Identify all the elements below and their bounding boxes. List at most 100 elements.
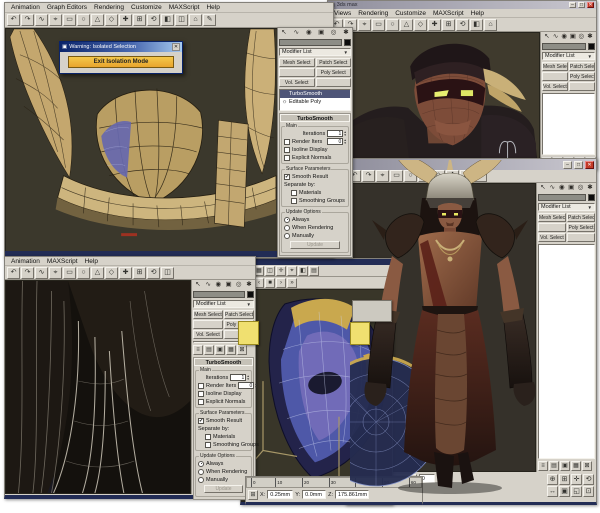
yellow-note-left[interactable]: [238, 321, 259, 345]
playback-icon[interactable]: ›: [276, 278, 286, 288]
yellow-note-right[interactable]: [350, 322, 370, 345]
w3-toolbar-icon[interactable]: ⌖: [49, 267, 62, 279]
w2-toolbar-icon[interactable]: ◇: [414, 19, 427, 31]
w1-toolbar-icon[interactable]: ⌂: [189, 14, 202, 26]
w1-toolbar-icon[interactable]: ✎: [203, 14, 216, 26]
w2-toolbar-icon[interactable]: ⟲: [456, 19, 469, 31]
w3-toolbar-icon[interactable]: ○: [77, 267, 90, 279]
smoothing-groups-checkbox[interactable]: [291, 198, 297, 204]
panel-tab-icon[interactable]: ↖: [280, 29, 288, 37]
w2-menu-item[interactable]: Rendering: [355, 10, 391, 17]
panel-tab-icon[interactable]: ▣: [317, 29, 325, 37]
panel-tab-icon[interactable]: ∿: [204, 281, 212, 289]
w2-close-button[interactable]: ✕: [587, 2, 594, 8]
w3-toolbar-icon[interactable]: ▭: [63, 267, 76, 279]
modifier-stack-item[interactable]: TurboSmooth: [280, 90, 350, 98]
panel-tab-icon[interactable]: ◉: [558, 184, 566, 192]
dialog-titlebar[interactable]: ▣ Warning: Isolated Selection ✕: [60, 42, 182, 52]
always-radio[interactable]: [198, 461, 204, 467]
w3-toolbar-icon[interactable]: △: [91, 267, 104, 279]
w3-menu-item[interactable]: MAXScript: [44, 258, 81, 265]
w1-toolbar-icon[interactable]: ✚: [119, 14, 132, 26]
panel-tab-icon[interactable]: ↖: [194, 281, 202, 289]
render-iters-spinner[interactable]: 0▴▾: [238, 382, 257, 389]
panel-tab-icon[interactable]: ∿: [548, 184, 556, 192]
w3-toolbar-icon[interactable]: ↶: [7, 267, 20, 279]
patch-select-button[interactable]: Patch Select: [224, 310, 254, 319]
object-name-field[interactable]: [193, 291, 245, 298]
stack-tool-icon[interactable]: ▣: [560, 461, 570, 471]
stack-tool-icon[interactable]: ▦: [571, 461, 581, 471]
w3-toolbar-icon[interactable]: ∿: [35, 267, 48, 279]
panel-tab-icon[interactable]: ▣: [569, 33, 577, 41]
panel-tab-icon[interactable]: ↖: [539, 184, 547, 192]
panel-tab-icon[interactable]: ∿: [292, 29, 300, 37]
object-color-swatch[interactable]: [588, 194, 595, 201]
mesh-select-button[interactable]: Mesh Select: [538, 213, 566, 222]
object-color-swatch[interactable]: [588, 43, 595, 50]
stack-tool-icon[interactable]: ▣: [215, 345, 225, 355]
w2-menu-item[interactable]: Views: [331, 10, 354, 17]
stack-tool-icon[interactable]: ⊠: [237, 345, 247, 355]
w2-toolbar-icon[interactable]: ○: [386, 19, 399, 31]
w2-toolbar-icon[interactable]: ⊞: [442, 19, 455, 31]
w4-toolbar-icon[interactable]: ○: [404, 170, 417, 182]
modifier-stack-item[interactable]: ☼ Editable Poly: [280, 98, 350, 106]
w4-maximize-button[interactable]: □: [574, 161, 583, 169]
playback-icon[interactable]: ■: [265, 278, 275, 288]
w1-toolbar-icon[interactable]: ◧: [161, 14, 174, 26]
w2-toolbar-icon[interactable]: ⌖: [358, 19, 371, 31]
object-name-field[interactable]: [542, 43, 586, 50]
w3-menu-item[interactable]: Help: [82, 258, 101, 265]
mini-palette[interactable]: [352, 300, 392, 322]
mesh-select-button[interactable]: Mesh Select: [279, 58, 315, 67]
w3-toolbar-icon[interactable]: ⟲: [147, 267, 160, 279]
render-iters-spinner[interactable]: 0▴▾: [327, 138, 346, 145]
w5-tool-icon[interactable]: ⌖: [287, 266, 297, 276]
w1-toolbar-icon[interactable]: ◫: [175, 14, 188, 26]
vol-select-button[interactable]: Vol. Select: [279, 78, 315, 87]
panel-tab-icon[interactable]: ∿: [552, 33, 560, 41]
time-ruler[interactable]: 0102030405060: [246, 477, 422, 488]
stack-tool-icon[interactable]: ▤: [549, 461, 559, 471]
w1-toolbar-icon[interactable]: ◇: [105, 14, 118, 26]
turbosmooth-rollout-header[interactable]: TurboSmooth: [194, 358, 253, 366]
mesh-select-button[interactable]: Mesh Select: [542, 62, 568, 71]
iterations-spinner[interactable]: 1▴▾: [327, 130, 346, 137]
viewport-nav-icon[interactable]: ⊕: [547, 474, 558, 485]
w5-tool-icon[interactable]: ◫: [265, 266, 275, 276]
x-coordinate-field[interactable]: 0.25mm: [267, 490, 293, 499]
viewport-nav-icon[interactable]: ⊡: [583, 486, 594, 497]
stack-tool-icon[interactable]: ≡: [193, 345, 203, 355]
w1-toolbar-icon[interactable]: ⊞: [133, 14, 146, 26]
render-iters-checkbox[interactable]: [284, 139, 290, 145]
panel-tab-icon[interactable]: ◉: [214, 281, 222, 289]
w4-toolbar-icon[interactable]: △: [418, 170, 431, 182]
panel-tab-icon[interactable]: ✱: [342, 29, 350, 37]
stack-tool-icon[interactable]: ▤: [204, 345, 214, 355]
w4-minimize-button[interactable]: –: [563, 161, 572, 169]
w4-toolbar-icon[interactable]: ▭: [390, 170, 403, 182]
exit-isolation-button[interactable]: Exit Isolation Mode: [68, 56, 174, 68]
w4-toolbar-icon[interactable]: ↷: [362, 170, 375, 182]
w4-toolbar-icon[interactable]: ✚: [446, 170, 459, 182]
panel-tab-icon[interactable]: ◎: [577, 33, 585, 41]
w2-toolbar-icon[interactable]: ✚: [428, 19, 441, 31]
w3-viewport-cloth[interactable]: [5, 280, 191, 494]
panel-tab-icon[interactable]: ✱: [586, 184, 594, 192]
isoline-display-checkbox[interactable]: [284, 147, 290, 153]
modifier-stack-list[interactable]: [538, 244, 595, 459]
smooth-result-checkbox[interactable]: [198, 418, 204, 424]
w2-toolbar-icon[interactable]: △: [400, 19, 413, 31]
w1-menu-item[interactable]: Animation: [8, 4, 43, 11]
viewport-nav-icon[interactable]: ✛: [571, 474, 582, 485]
y-coordinate-field[interactable]: 0.0mm: [302, 490, 326, 499]
w4-titlebar[interactable]: – □ ✕: [346, 159, 596, 170]
stack-tool-icon[interactable]: ⊠: [582, 461, 592, 471]
panel-tab-icon[interactable]: ◎: [330, 29, 338, 37]
poly-select-button[interactable]: Poly Select: [567, 223, 595, 232]
w5-tool-icon[interactable]: ▤: [309, 266, 319, 276]
w3-toolbar-icon[interactable]: ⊞: [133, 267, 146, 279]
panel-tab-icon[interactable]: ◉: [560, 33, 568, 41]
w1-menu-item[interactable]: Help: [203, 4, 222, 11]
